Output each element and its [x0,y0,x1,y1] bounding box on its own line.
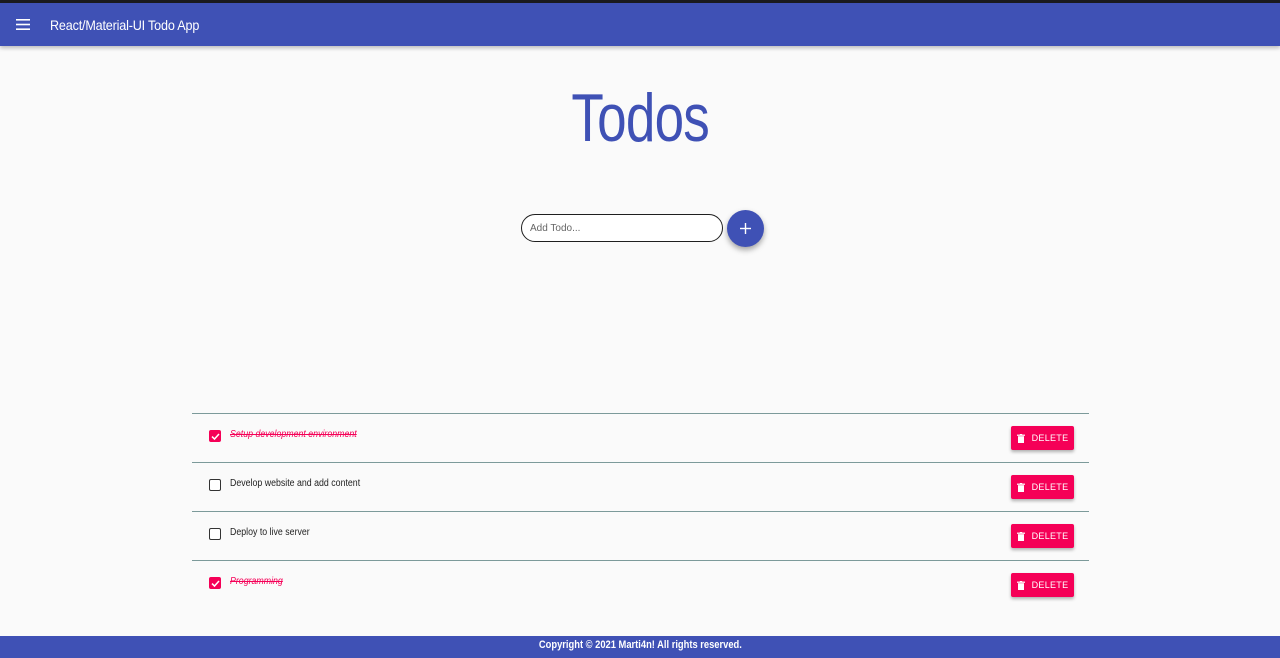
todo-text: Programming [230,576,283,587]
todo-item: Programming DELETE [192,560,1089,609]
todo-list: Setup development environment DELETE Devel… [192,413,1089,609]
delete-todo-button[interactable]: DELETE [1011,573,1074,597]
copyright-text: Copyright © 2021 Marti4n! All rights res… [538,639,742,651]
todo-item: Deploy to live server DELETE [192,511,1089,560]
trash-icon [1016,531,1025,541]
todo-text: Develop website and add content [230,478,361,489]
trash-icon [1016,580,1025,590]
plus-icon [740,222,751,234]
delete-label: DELETE [1031,482,1069,492]
todo-text: Setup development environment [230,429,357,440]
todo-checkbox[interactable] [209,577,221,589]
add-todo-button[interactable] [727,209,764,247]
page-title-text: Todos [571,80,709,156]
todo-item: Develop website and add content DELETE [192,462,1089,511]
todo-checkbox[interactable] [209,479,221,491]
delete-label: DELETE [1031,580,1069,590]
todo-text: Deploy to live server [230,527,310,538]
hamburger-menu-icon [16,19,30,30]
checkmark-icon [210,579,220,587]
app-title: React/Material-UI Todo App [50,16,200,33]
delete-label: DELETE [1031,531,1069,541]
checkmark-icon [210,432,220,440]
add-todo-input[interactable] [521,214,723,242]
add-todo-form [521,209,764,247]
todo-checkbox[interactable] [209,430,221,442]
page-title: Todos [0,78,1280,158]
menu-button[interactable] [0,3,46,46]
delete-todo-button[interactable]: DELETE [1011,426,1074,450]
todo-item: Setup development environment DELETE [192,413,1089,462]
delete-label: DELETE [1031,433,1069,443]
delete-todo-button[interactable]: DELETE [1011,475,1074,499]
trash-icon [1016,482,1025,492]
delete-todo-button[interactable]: DELETE [1011,524,1074,548]
trash-icon [1016,433,1025,443]
todo-checkbox[interactable] [209,528,221,540]
footer: Copyright © 2021 Marti4n! All rights res… [0,636,1280,658]
app-bar: React/Material-UI Todo App [0,3,1280,46]
